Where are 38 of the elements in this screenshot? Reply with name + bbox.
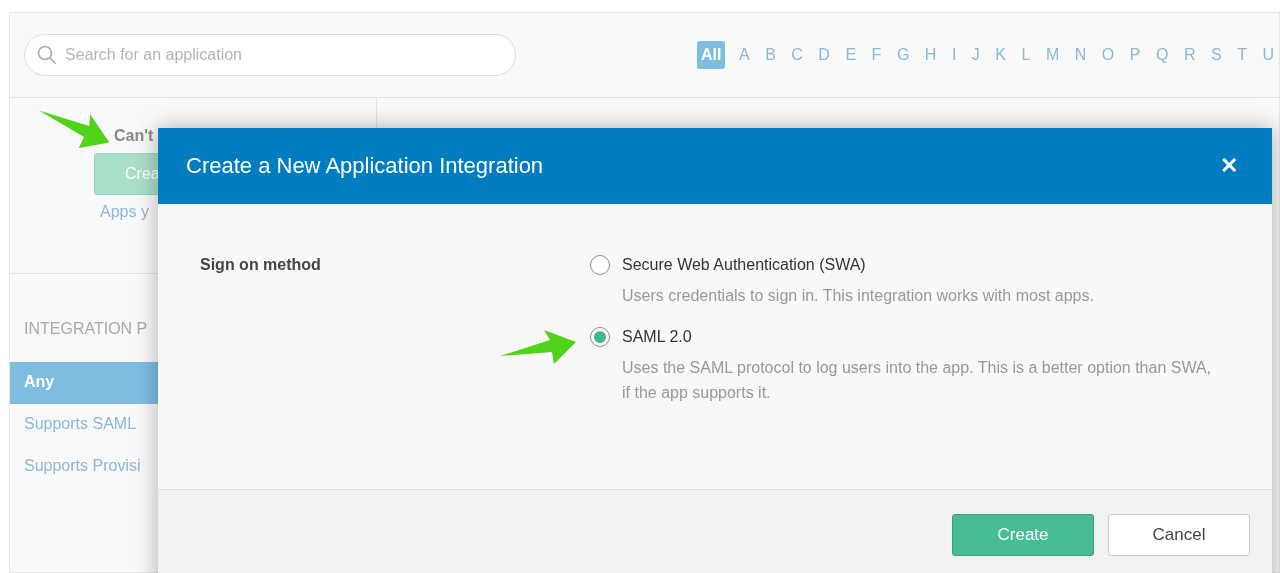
option-description: Uses the SAML protocol to log users into the app. This is a better option than SWA, if the app supports it. (622, 358, 1212, 403)
letter-filter[interactable]: B (763, 43, 778, 67)
letter-filter[interactable]: D (816, 43, 832, 67)
letter-filter[interactable]: C (789, 43, 805, 67)
search-icon (37, 45, 57, 65)
radio-button[interactable] (590, 255, 610, 275)
cancel-button[interactable]: Cancel (1108, 514, 1250, 556)
letter-filter[interactable]: N (1072, 43, 1089, 67)
dialog-title: Create a New Application Integration (186, 153, 544, 179)
letter-filter[interactable]: R (1181, 43, 1198, 67)
letter-filter[interactable]: E (843, 43, 859, 67)
letter-filter[interactable]: A (736, 43, 752, 67)
prompt-text: Can't (114, 127, 154, 145)
letter-filter[interactable]: U (1260, 43, 1276, 67)
letter-filter[interactable]: I (949, 43, 959, 67)
letter-filter[interactable]: P (1127, 43, 1143, 67)
letter-filter[interactable]: F (869, 43, 884, 67)
field-label: Sign on method (200, 256, 321, 274)
option-label[interactable]: SAML 2.0 (622, 328, 1272, 347)
letter-filter[interactable]: O (1099, 43, 1117, 67)
search-field[interactable]: Search for an application (24, 34, 516, 76)
option-label[interactable]: Secure Web Authentication (SWA) (622, 256, 1272, 275)
letter-filter[interactable]: Q (1153, 43, 1171, 67)
letter-filter[interactable]: L (1019, 43, 1033, 67)
section-title: INTEGRATION P (24, 320, 149, 338)
letter-filter[interactable]: T (1235, 43, 1249, 67)
letter-filter[interactable]: K (993, 43, 1008, 67)
letter-filter[interactable]: J (969, 43, 982, 67)
letter-filter[interactable]: All (697, 41, 726, 69)
apps-link[interactable]: Apps y (100, 203, 149, 221)
option-description: Users credentials to sign in. This integration works with most apps. (622, 286, 1095, 306)
letter-filter[interactable]: G (894, 43, 912, 67)
letter-filter[interactable]: H (922, 43, 939, 67)
letter-filter[interactable]: M (1043, 43, 1062, 67)
create-button[interactable]: Create (952, 514, 1094, 556)
radio-button[interactable] (590, 327, 610, 347)
close-button[interactable]: ✕ (1214, 152, 1244, 180)
letter-filter[interactable]: S (1208, 43, 1224, 67)
